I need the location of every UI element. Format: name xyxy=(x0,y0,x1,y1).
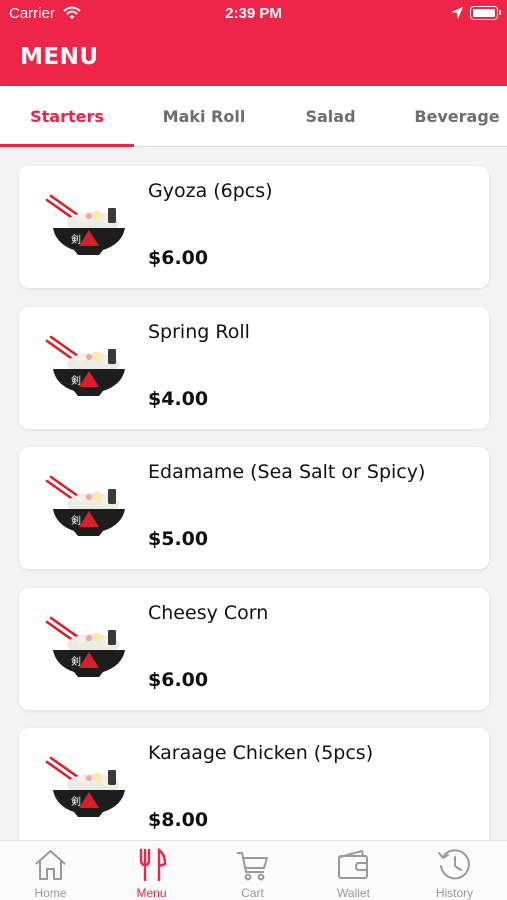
tabbar-home[interactable]: Home xyxy=(0,841,101,900)
location-arrow-icon xyxy=(451,7,463,19)
menu-item-price: $8.00 xyxy=(148,809,209,831)
menu-item-name: Spring Roll xyxy=(148,321,250,343)
status-time: 2:39 PM xyxy=(225,5,282,22)
ramen-bowl-icon xyxy=(45,335,125,401)
tabbar-label: Wallet xyxy=(337,886,370,900)
menu-item-price: $5.00 xyxy=(148,528,209,550)
menu-list[interactable]: Gyoza (6pcs) $6.00 Spring Roll $4.00 Eda… xyxy=(0,147,507,840)
ramen-bowl-icon xyxy=(45,616,125,682)
menu-item-card[interactable]: Spring Roll $4.00 xyxy=(19,307,489,429)
status-bar: Carrier 2:39 PM xyxy=(0,0,507,28)
history-icon xyxy=(438,849,470,880)
home-icon xyxy=(35,850,66,880)
tab-beverage[interactable]: Beverage xyxy=(387,86,507,147)
menu-item-card[interactable]: Edamame (Sea Salt or Spicy) $5.00 xyxy=(19,447,489,569)
ramen-bowl-icon xyxy=(45,756,125,822)
fork-icon xyxy=(139,847,167,882)
tabbar-cart[interactable]: Cart xyxy=(202,841,303,900)
category-tabs: Starters Maki Roll Salad Beverage xyxy=(0,86,507,147)
tabbar-menu[interactable]: Menu xyxy=(101,841,202,900)
app-header: Carrier 2:39 PM MENU xyxy=(0,0,507,86)
tab-maki-roll[interactable]: Maki Roll xyxy=(134,86,274,147)
menu-item-price: $6.00 xyxy=(148,669,209,691)
tabbar-label: Home xyxy=(34,886,67,900)
menu-item-card[interactable]: Cheesy Corn $6.00 xyxy=(19,588,489,710)
menu-item-price: $4.00 xyxy=(148,388,209,410)
tabbar-label: History xyxy=(435,886,474,900)
tab-starters[interactable]: Starters xyxy=(0,86,134,147)
tabbar-label: Cart xyxy=(241,886,264,900)
menu-item-name: Edamame (Sea Salt or Spicy) xyxy=(148,461,426,483)
page-title: MENU xyxy=(20,44,99,70)
menu-item-price: $6.00 xyxy=(148,247,209,269)
menu-item-name: Gyoza (6pcs) xyxy=(148,180,273,202)
bottom-tab-bar: Home Menu Cart Wallet History xyxy=(0,840,507,900)
menu-item-name: Cheesy Corn xyxy=(148,602,269,624)
tabbar-label: Menu xyxy=(136,886,167,900)
cart-icon xyxy=(237,852,268,881)
menu-item-card[interactable]: Karaage Chicken (5pcs) $8.00 xyxy=(19,728,489,840)
tabbar-history[interactable]: History xyxy=(404,841,505,900)
battery-icon xyxy=(470,6,501,20)
menu-item-name: Karaage Chicken (5pcs) xyxy=(148,742,374,764)
tabbar-wallet[interactable]: Wallet xyxy=(303,841,404,900)
tab-salad[interactable]: Salad xyxy=(274,86,387,147)
ramen-bowl-icon xyxy=(45,194,125,260)
wallet-icon xyxy=(338,850,368,879)
ramen-bowl-icon xyxy=(45,475,125,541)
menu-item-card[interactable]: Gyoza (6pcs) $6.00 xyxy=(19,166,489,288)
